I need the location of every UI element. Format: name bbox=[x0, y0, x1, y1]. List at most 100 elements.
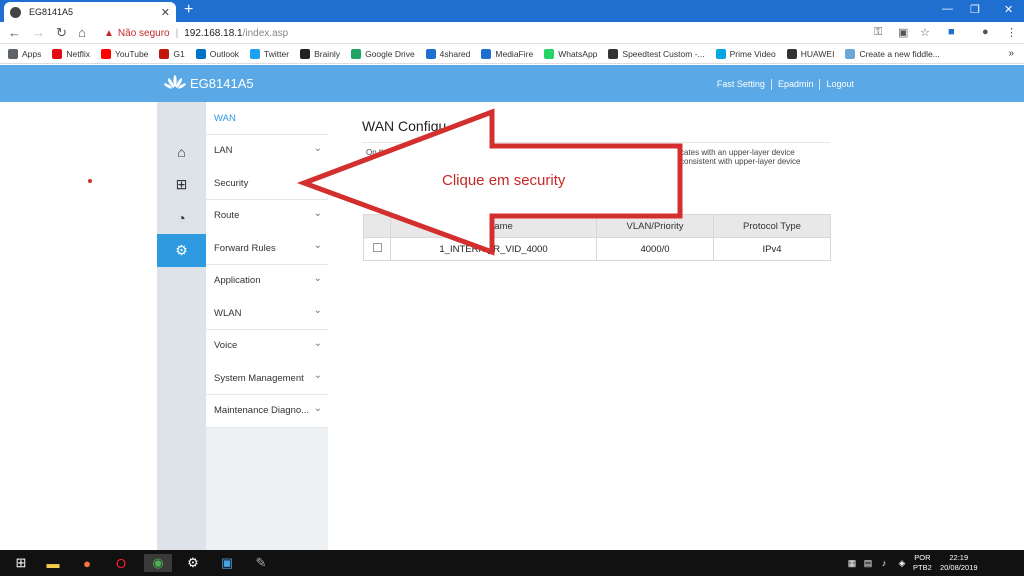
bookmark-item[interactable]: Google Drive bbox=[351, 48, 415, 59]
app-tool-icon[interactable]: ✎ bbox=[252, 554, 270, 572]
bookmark-icon bbox=[351, 48, 362, 59]
translate-icon[interactable]: ▣ bbox=[898, 26, 908, 39]
sidebar-item-system-management[interactable]: System Management ⌄ bbox=[206, 362, 328, 395]
back-icon[interactable]: ← bbox=[8, 25, 21, 40]
bookmark-label: HUAWEI bbox=[800, 48, 835, 59]
bookmark-item[interactable]: Netflix bbox=[52, 48, 90, 59]
bookmark-item[interactable]: Apps bbox=[8, 48, 41, 59]
logout-link[interactable]: Logout bbox=[820, 79, 860, 90]
table-row[interactable]: 1_INTERN _R_VID_4000 4000/0 IPv4 bbox=[363, 237, 831, 261]
more-bookmarks-icon[interactable]: » bbox=[1008, 48, 1014, 59]
firefox-icon[interactable]: ● bbox=[78, 554, 96, 572]
extension-icon[interactable]: ■ bbox=[948, 26, 955, 38]
bookmark-item[interactable]: MediaFire bbox=[481, 48, 533, 59]
bookmark-icon bbox=[608, 48, 619, 59]
network-icon[interactable]: ▤ bbox=[862, 554, 874, 572]
chrome-icon[interactable]: ◉ bbox=[144, 554, 172, 572]
sidebar-menu: WAN LAN ⌄ Security Route ⌄ Forward Rules ⌄ Appli… bbox=[206, 102, 328, 550]
sidebar-item-security[interactable]: Security bbox=[206, 167, 328, 200]
bookmark-item[interactable]: Twitter bbox=[250, 48, 290, 59]
bookmark-label: WhatsApp bbox=[558, 48, 598, 59]
close-window-icon[interactable]: ✕ bbox=[1004, 3, 1013, 16]
address-bar[interactable]: ▲ Não seguro | 192.168.18.1 /index.asp bbox=[104, 24, 864, 42]
router-header: EG8141A5 Fast Setting Epadmin Logout bbox=[0, 65, 1024, 102]
sidebar-item-wlan[interactable]: WLAN ⌄ bbox=[206, 297, 328, 330]
bookmark-item[interactable]: G1 bbox=[159, 48, 185, 59]
reload-icon[interactable]: ↻ bbox=[56, 25, 67, 41]
bookmark-item[interactable]: YouTube bbox=[101, 48, 148, 59]
tray-language[interactable]: POR PTB2 bbox=[913, 553, 932, 573]
app-window-icon[interactable]: ▣ bbox=[218, 554, 236, 572]
bookmark-item[interactable]: Create a new fiddle... bbox=[845, 48, 940, 59]
bookmark-item[interactable]: WhatsApp bbox=[544, 48, 598, 59]
sidebar-item-voice[interactable]: Voice ⌄ bbox=[206, 329, 328, 363]
chevron-down-icon: ⌄ bbox=[313, 337, 322, 349]
bookmark-label: Google Drive bbox=[365, 48, 415, 59]
bookmark-item[interactable]: Prime Video bbox=[715, 48, 776, 59]
bookmark-label: Twitter bbox=[264, 48, 290, 59]
bookmark-item[interactable]: Outlook bbox=[195, 48, 239, 59]
browser-toolbar: ← → ↻ ⌂ ▲ Não seguro | 192.168.18.1 /ind… bbox=[0, 22, 1024, 44]
opera-icon[interactable]: O bbox=[112, 554, 130, 572]
sidebar-item-forward-rules[interactable]: Forward Rules ⌄ bbox=[206, 232, 328, 265]
select-header bbox=[363, 214, 391, 238]
home-icon[interactable]: ⌂ bbox=[78, 25, 86, 40]
home-category-icon[interactable]: ⌂ bbox=[157, 135, 206, 168]
bookmark-icon bbox=[195, 48, 206, 59]
browser-tab[interactable]: EG8141A5 ✕ bbox=[4, 2, 176, 22]
chevron-down-icon: ⌄ bbox=[313, 240, 322, 251]
language-code: POR bbox=[914, 553, 931, 562]
windows-start-icon[interactable]: ⊞ bbox=[12, 554, 30, 572]
row-select-cell[interactable] bbox=[363, 237, 391, 261]
new-tab-button[interactable]: + bbox=[184, 1, 193, 19]
maximize-icon[interactable]: ❐ bbox=[970, 3, 980, 16]
bookmark-icon bbox=[101, 48, 111, 59]
tray-app-icon[interactable]: ▦ bbox=[846, 554, 858, 572]
sidebar-item-label: LAN bbox=[214, 145, 233, 156]
tray-clock[interactable]: 22:19 20/08/2019 bbox=[940, 553, 978, 573]
row-checkbox[interactable] bbox=[372, 243, 382, 252]
chevron-down-icon: ⌄ bbox=[313, 142, 322, 154]
keyboard-layout: PTB2 bbox=[913, 563, 932, 572]
notification-icon[interactable]: ◈ bbox=[896, 554, 908, 572]
file-explorer-icon[interactable]: ▬ bbox=[44, 554, 62, 572]
toolbox-category-icon[interactable]: ⊞ bbox=[157, 168, 206, 201]
bookmark-item[interactable]: Speedtest Custom -... bbox=[608, 48, 705, 59]
bookmark-item[interactable]: HUAWEI bbox=[786, 48, 835, 59]
minimize-icon[interactable]: — bbox=[942, 3, 953, 15]
content-area bbox=[328, 102, 868, 550]
bookmark-icon bbox=[8, 48, 18, 59]
user-link[interactable]: Epadmin bbox=[772, 79, 820, 90]
red-dot-marker bbox=[88, 179, 92, 183]
bookmark-icon bbox=[250, 48, 261, 59]
huawei-logo-icon bbox=[164, 75, 186, 89]
wan-table: on Name VLAN/Priority Protocol Type 1_IN… bbox=[363, 214, 831, 261]
clock-date: 20/08/2019 bbox=[940, 563, 978, 572]
bookmark-item[interactable]: 4shared bbox=[425, 48, 470, 59]
star-icon[interactable]: ☆ bbox=[920, 26, 930, 39]
chevron-down-icon: ⌄ bbox=[313, 272, 322, 284]
fast-setting-link[interactable]: Fast Setting bbox=[711, 79, 771, 90]
status-category-icon[interactable]: ◔ bbox=[157, 201, 206, 234]
profile-icon[interactable]: ● bbox=[982, 26, 989, 38]
sidebar-item-lan[interactable]: LAN ⌄ bbox=[206, 134, 328, 168]
key-icon[interactable]: ⚿ bbox=[874, 26, 882, 39]
forward-icon[interactable]: → bbox=[32, 25, 45, 40]
menu-icon[interactable]: ⋮ bbox=[1006, 26, 1017, 39]
sidebar-item-application[interactable]: Application ⌄ bbox=[206, 264, 328, 298]
settings-icon[interactable]: ⚙ bbox=[184, 554, 202, 572]
bookmarks-bar: Apps Netflix YouTube G1 Outlook Twitter Brainl… bbox=[0, 44, 1024, 64]
bookmark-item[interactable]: Brainly bbox=[300, 48, 340, 59]
volume-icon[interactable]: ♪ bbox=[878, 554, 890, 572]
sidebar-item-route[interactable]: Route ⌄ bbox=[206, 199, 328, 233]
sidebar-item-label: WAN bbox=[214, 112, 236, 124]
settings-category-icon[interactable]: ⚙ bbox=[157, 234, 206, 267]
sidebar-item-wan[interactable]: WAN bbox=[206, 102, 328, 135]
category-icon-bar: ⌂ ⊞ ◔ ⚙ bbox=[157, 102, 206, 550]
bookmark-icon bbox=[544, 48, 555, 59]
bookmark-icon bbox=[425, 48, 436, 59]
tab-close-icon[interactable]: ✕ bbox=[161, 6, 170, 19]
url-path: /index.asp bbox=[242, 27, 289, 39]
sidebar-item-maintenance-diagno[interactable]: Maintenance Diagno... ⌄ bbox=[206, 394, 328, 428]
sidebar-item-label: System Management bbox=[214, 372, 304, 384]
